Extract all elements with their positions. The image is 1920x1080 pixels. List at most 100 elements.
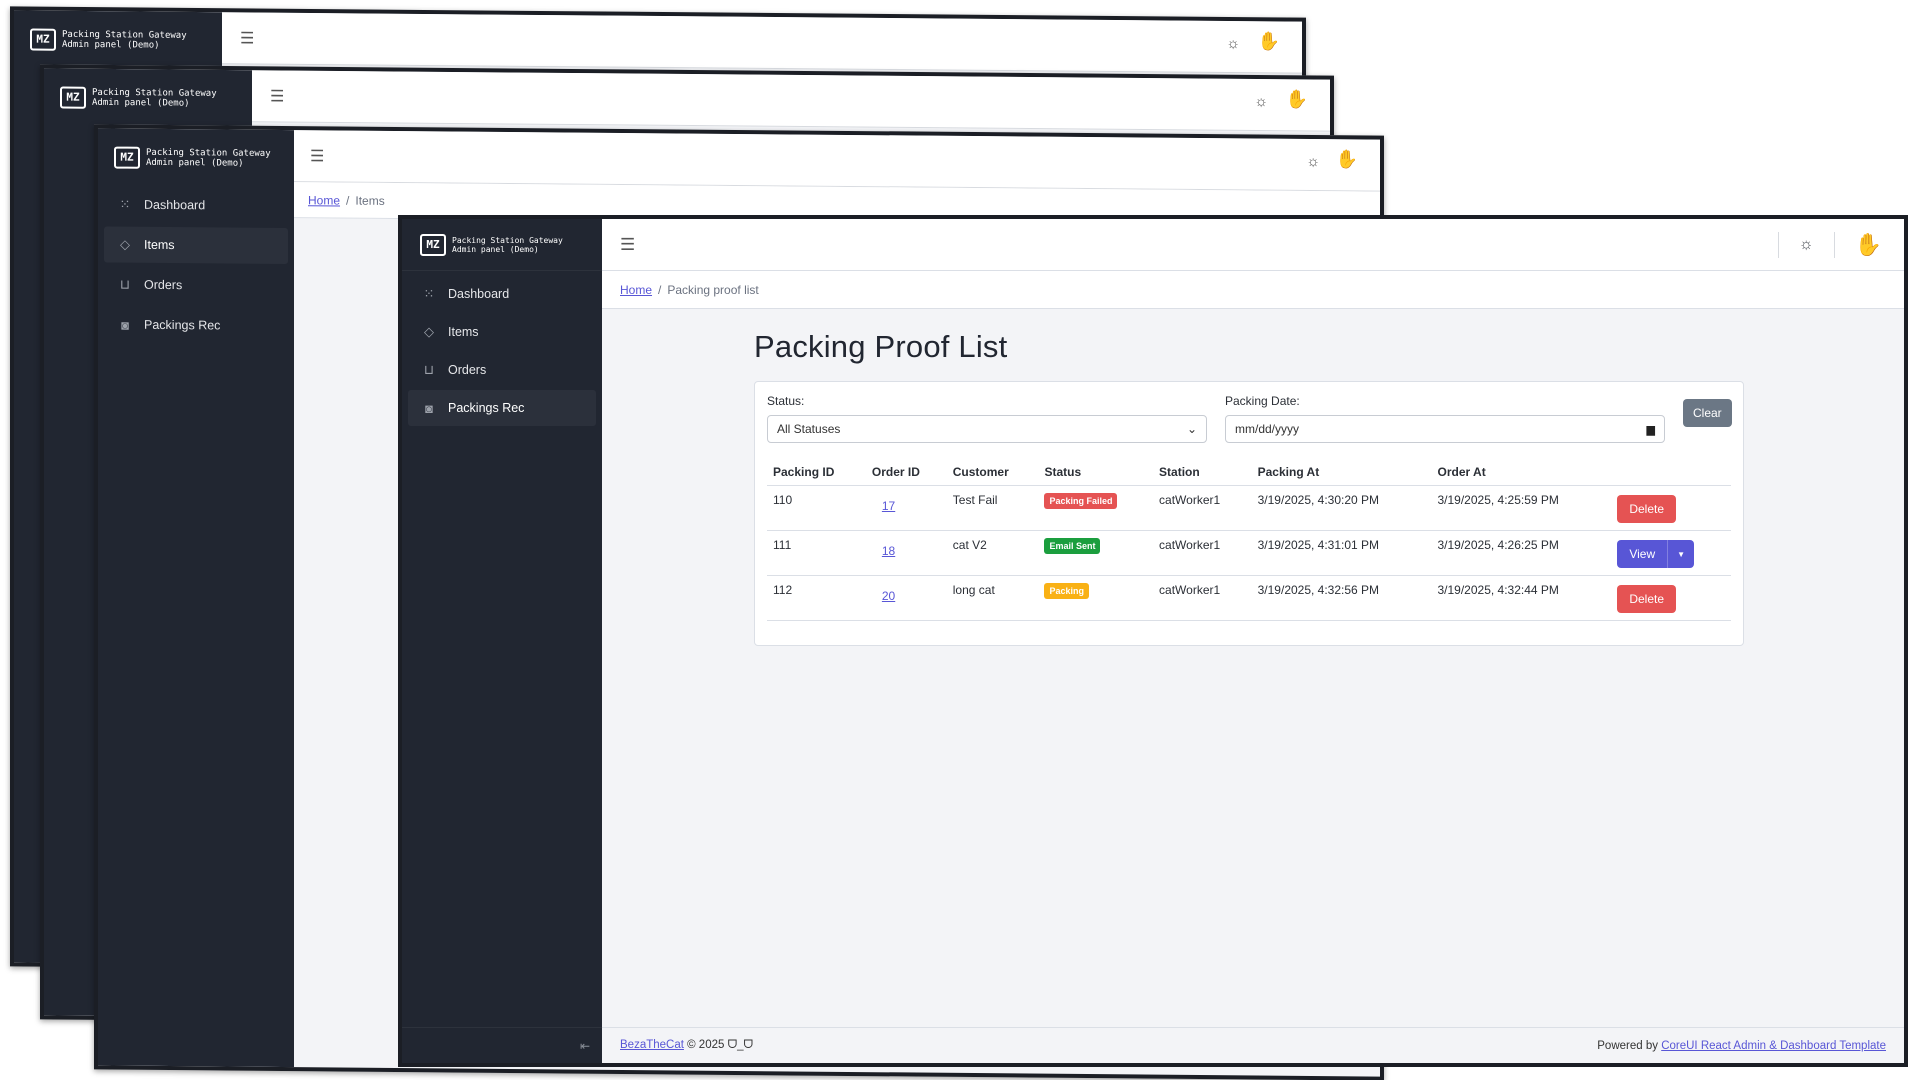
sidebar: MZ Packing Station Gateway Admin panel (D… — [402, 219, 602, 1063]
bg-brand-3: MZ Packing Station Gateway Admin panel (De… — [114, 146, 271, 170]
bg-brand-1: MZ Packing Station Gateway Admin panel (De… — [30, 28, 187, 52]
status-badge: Packing Failed — [1044, 493, 1118, 509]
packing-table: Packing ID Order ID Customer Status Stat… — [767, 459, 1731, 621]
status-cell: Packing — [1038, 575, 1154, 621]
breadcrumb-home-link[interactable]: Home — [620, 283, 652, 297]
bg-nav-items: ◇ Items — [104, 226, 288, 265]
bg-nav-dashboard: ⁙ Dashboard — [104, 186, 288, 224]
packing-card: Status: All Statuses ⌄ Packing Date: mm/… — [754, 381, 1744, 646]
order-at-cell: 3/19/2025, 4:26:25 PM — [1431, 530, 1612, 576]
col-order-id: Order ID — [865, 459, 947, 486]
actions-cell: Delete — [1611, 485, 1731, 531]
col-packing-at: Packing At — [1251, 459, 1432, 486]
diamond-icon: ◇ — [424, 324, 434, 339]
date-placeholder: mm/dd/yyyy — [1235, 422, 1300, 436]
status-cell: Packing Failed — [1038, 485, 1154, 531]
cart-icon: ⊔ — [119, 276, 131, 292]
view-split-button: View ▼ — [1617, 540, 1695, 568]
sidebar-item-packings-rec[interactable]: ◙ Packings Rec — [408, 390, 596, 426]
header-actions: ☼ ✋ — [1777, 219, 1882, 271]
filters: Status: All Statuses ⌄ Packing Date: mm/… — [767, 394, 1732, 443]
col-order-at: Order At — [1431, 459, 1612, 486]
chevron-down-icon: ⌄ — [1186, 422, 1197, 436]
table-header-row: Packing ID Order ID Customer Status Stat… — [767, 459, 1731, 486]
footer: BezaTheCat © 2025 ᗜ_ᗜ Powered by CoreUI … — [602, 1027, 1904, 1063]
order-at-cell: 3/19/2025, 4:32:44 PM — [1431, 575, 1612, 621]
bg-nav-packings: ◙ Packings Rec — [104, 306, 288, 344]
sidebar-collapse-icon[interactable]: ⇤ — [580, 1039, 590, 1053]
brand-logo: MZ — [420, 233, 446, 256]
sidebar-footer: ⇤ — [402, 1027, 602, 1063]
status-select-value: All Statuses — [777, 422, 841, 436]
order-link[interactable]: 17 — [882, 499, 895, 513]
customer-cell: long cat — [946, 575, 1039, 621]
main-window: MZ Packing Station Gateway Admin panel (D… — [398, 215, 1908, 1067]
col-actions — [1611, 459, 1731, 486]
station-cell: catWorker1 — [1153, 530, 1252, 576]
sun-icon[interactable]: ☼ — [1799, 236, 1814, 254]
delete-button[interactable]: Delete — [1617, 585, 1677, 613]
camera-icon: ◙ — [425, 400, 433, 416]
breadcrumb: Home / Packing proof list — [602, 271, 1904, 309]
sidebar-item-orders[interactable]: ⊔ Orders — [408, 352, 596, 388]
packing-at-cell: 3/19/2025, 4:31:01 PM — [1251, 530, 1432, 576]
copyright: © 2025 ᗜ_ᗜ — [687, 1039, 754, 1051]
status-filter: Status: All Statuses ⌄ — [767, 394, 1207, 443]
avatar[interactable]: ✋ — [1855, 232, 1882, 258]
bg-sun-icon-3: ☼ — [1306, 152, 1320, 171]
sidebar-item-dashboard[interactable]: ⁙ Dashboard — [408, 276, 596, 312]
sidebar-item-label: Orders — [448, 363, 487, 377]
order-at-cell: 3/19/2025, 4:25:59 PM — [1431, 485, 1612, 531]
divider — [1777, 232, 1779, 258]
packing-at-cell: 3/19/2025, 4:30:20 PM — [1251, 485, 1432, 531]
delete-button[interactable]: Delete — [1617, 495, 1677, 523]
bg-avatar-2: ✋ — [1285, 89, 1308, 110]
grid-icon: ⁙ — [423, 286, 435, 301]
content: ☰ ☼ ✋ Home / Packing proof list Packing … — [602, 219, 1904, 1063]
table-row: 110 17 Test Fail Packing Failed catWorke… — [767, 485, 1731, 531]
actions-cell: View ▼ — [1611, 530, 1731, 576]
col-status: Status — [1038, 459, 1154, 486]
sidebar-item-label: Dashboard — [448, 287, 510, 301]
packing-id-cell: 111 — [767, 530, 866, 576]
cart-icon: ⊔ — [423, 362, 435, 377]
coreui-link[interactable]: CoreUI React Admin & Dashboard Template — [1661, 1040, 1886, 1052]
packing-at-cell: 3/19/2025, 4:32:56 PM — [1251, 575, 1432, 621]
bg-nav-orders: ⊔ Orders — [104, 266, 288, 304]
station-cell: catWorker1 — [1153, 485, 1252, 531]
sidebar-item-items[interactable]: ◇ Items — [408, 314, 596, 350]
table-row: 112 20 long cat Packing catWorker1 3/19/… — [767, 575, 1731, 621]
bg-menu-icon-1: ☰ — [240, 30, 255, 48]
diamond-icon: ◇ — [120, 236, 130, 252]
status-badge: Email Sent — [1044, 538, 1101, 554]
order-id-cell: 17 — [865, 485, 947, 531]
view-button[interactable]: View — [1617, 540, 1669, 568]
actions-cell: Delete — [1611, 575, 1731, 621]
station-cell: catWorker1 — [1153, 575, 1252, 621]
footer-left: BezaTheCat © 2025 ᗜ_ᗜ — [620, 1039, 753, 1052]
bg-avatar-3: ✋ — [1335, 149, 1358, 170]
order-link[interactable]: 20 — [882, 589, 895, 603]
sidebar-item-label: Packings Rec — [448, 401, 525, 415]
sidebar-nav: ⁙ Dashboard ◇ Items ⊔ Orders ◙ Packings Rec — [402, 271, 602, 433]
packing-id-cell: 112 — [767, 575, 866, 621]
brand: MZ Packing Station Gateway Admin panel (D… — [402, 219, 602, 271]
clear-button[interactable]: Clear — [1683, 399, 1732, 427]
calendar-icon[interactable]: ▆ — [1647, 423, 1655, 436]
date-filter: Packing Date: mm/dd/yyyy ▆ — [1225, 394, 1665, 443]
bg-brand-2: MZ Packing Station Gateway Admin panel (De… — [60, 86, 217, 110]
packing-date-input[interactable]: mm/dd/yyyy ▆ — [1225, 415, 1665, 443]
order-id-cell: 18 — [865, 530, 947, 576]
author-link[interactable]: BezaTheCat — [620, 1039, 684, 1051]
status-select[interactable]: All Statuses ⌄ — [767, 415, 1207, 443]
caret-down-icon[interactable]: ▼ — [1668, 550, 1694, 559]
packing-date-label: Packing Date: — [1225, 394, 1300, 408]
breadcrumb-separator: / — [658, 282, 662, 297]
order-id-cell: 20 — [865, 575, 947, 621]
camera-icon: ◙ — [121, 317, 129, 333]
page-title: Packing Proof List — [754, 329, 1008, 364]
menu-icon[interactable]: ☰ — [620, 235, 635, 255]
order-link[interactable]: 18 — [882, 544, 895, 558]
divider — [1833, 232, 1835, 258]
bg-menu-icon-3: ☰ — [310, 148, 325, 166]
